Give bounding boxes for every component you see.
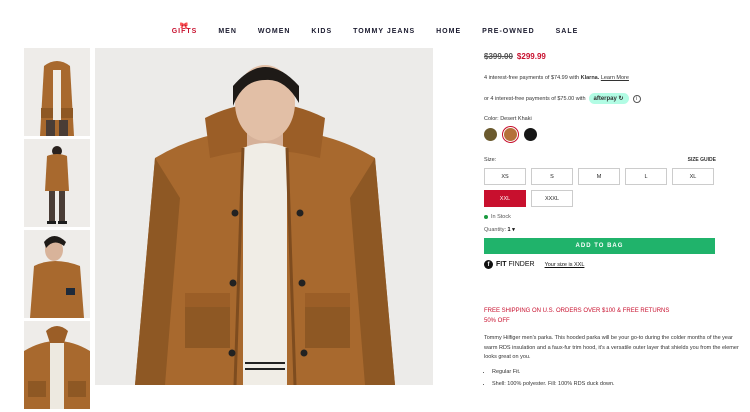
original-price: $399.00 [484, 52, 513, 61]
fit-finder-bold: FIT [496, 261, 507, 268]
promo-discount: 50% OFF [484, 318, 510, 324]
price: $399.00 $299.99 [484, 52, 750, 61]
klarna-installments: 4 interest-free payments of $74.99 with … [484, 75, 750, 81]
gift-bow-icon: 🎀 [179, 23, 190, 30]
stock-text: In Stock [491, 214, 511, 220]
your-size-link[interactable]: Your size is XXL [545, 262, 585, 268]
quantity: Quantity: 1 ▾ [484, 227, 750, 233]
fit-finder-logo[interactable]: f FIT FINDER [484, 260, 535, 269]
afterpay-installments: or 4 interest-free payments of $75.00 wi… [484, 93, 750, 104]
nav-sale[interactable]: SALE [556, 28, 579, 35]
afterpay-logo: afterpay ↻ [588, 93, 629, 104]
size-guide-link[interactable]: SIZE GUIDE [688, 157, 716, 163]
nav-women[interactable]: WOMEN [258, 28, 291, 35]
add-to-bag-button[interactable]: ADD TO BAG [484, 238, 715, 254]
thumbnail-side[interactable] [24, 230, 90, 318]
afterpay-brand: afterpay [593, 96, 617, 102]
klarna-learn-more-link[interactable]: Learn More [601, 75, 629, 81]
size-label: Size: [484, 157, 497, 163]
quantity-value: 1 [507, 227, 511, 233]
promo-banner: FREE SHIPPING ON U.S. ORDERS OVER $100 &… [484, 306, 750, 326]
size-header: Size: SIZE GUIDE [484, 157, 716, 163]
size-xl[interactable]: XL [672, 168, 714, 185]
fit-finder-icon: f [484, 260, 493, 269]
fit-finder-rest: FINDER [508, 261, 535, 268]
nav-tommy-jeans[interactable]: TOMMY JEANS [353, 28, 415, 35]
thumbnail-gallery [24, 48, 90, 412]
nav-men[interactable]: MEN [218, 28, 237, 35]
quantity-select[interactable]: 1 ▾ [508, 227, 515, 233]
feature-item: Shell: 100% polyester. Fill: 100% RDS du… [492, 381, 750, 387]
size-xxxl[interactable]: XXXL [531, 190, 573, 207]
size-s[interactable]: S [531, 168, 573, 185]
swatch-olive[interactable] [484, 128, 497, 141]
thumbnail-front[interactable] [24, 48, 90, 136]
sale-price: $299.99 [516, 52, 546, 61]
size-l[interactable]: L [625, 168, 667, 185]
product-description: Tommy Hilfiger men's parka. This hooded … [484, 334, 750, 363]
size-selector: XS S M L XL XXL XXXL [484, 168, 750, 207]
description-line: Tommy Hilfiger men's parka. This hooded … [484, 335, 733, 341]
description-line: looks great on you. [484, 354, 531, 360]
product-details: $399.00 $299.99 4 interest-free payments … [484, 48, 750, 393]
swatch-desert-khaki[interactable] [501, 125, 520, 144]
promo-shipping: FREE SHIPPING ON U.S. ORDERS OVER $100 &… [484, 308, 670, 314]
quantity-label: Quantity: [484, 227, 507, 233]
swatch-black[interactable] [524, 128, 537, 141]
top-navigation: 🎀 GIFTS MEN WOMEN KIDS TOMMY JEANS HOME P… [0, 23, 750, 35]
nav-kids[interactable]: KIDS [311, 28, 332, 35]
description-line: warm RDS insulation and a faux-fur trim … [484, 344, 739, 351]
size-xs[interactable]: XS [484, 168, 526, 185]
color-label: Color: Desert Khaki [484, 116, 532, 122]
chevron-down-icon: ▾ [512, 227, 515, 233]
nav-pre-owned[interactable]: PRE-OWNED [482, 28, 535, 35]
nav-gifts[interactable]: 🎀 GIFTS [172, 23, 198, 35]
klarna-logo: Klarna. [580, 75, 600, 81]
nav-home[interactable]: HOME [436, 28, 461, 35]
color-swatches [484, 125, 750, 144]
main-product-image[interactable] [95, 48, 433, 385]
in-stock-dot-icon [484, 215, 488, 219]
feature-list: Regular Fit. Shell: 100% polyester. Fill… [484, 369, 750, 387]
afterpay-text: or 4 interest-free payments of $75.00 wi… [484, 95, 586, 102]
size-xxl[interactable]: XXL [484, 190, 526, 207]
info-icon[interactable]: i [632, 94, 641, 103]
feature-item: Regular Fit. [492, 369, 750, 375]
size-m[interactable]: M [578, 168, 620, 185]
thumbnail-back[interactable] [24, 139, 90, 227]
klarna-text: 4 interest-free payments of $74.99 with [484, 75, 580, 81]
thumbnail-detail[interactable] [24, 321, 90, 409]
fit-finder: f FIT FINDER Your size is XXL [484, 260, 750, 269]
stock-status: In Stock [484, 214, 750, 220]
